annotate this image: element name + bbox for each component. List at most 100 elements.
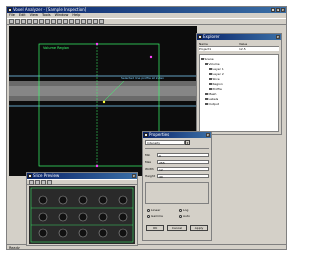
chevron-down-icon[interactable]: ▾: [185, 140, 190, 145]
close-button[interactable]: ×: [281, 8, 285, 12]
radio-label: Gamma: [151, 214, 163, 218]
tree-item[interactable]: Output: [205, 102, 219, 106]
handle-top[interactable]: [95, 42, 99, 46]
tree-item-label: Output: [208, 102, 219, 106]
zoom-in-icon[interactable]: [57, 19, 62, 24]
sample-spot[interactable]: [58, 212, 68, 222]
explorer-title-bar[interactable]: Explorer ×: [197, 34, 281, 40]
new-icon[interactable]: [9, 19, 14, 24]
measure-icon[interactable]: [81, 19, 86, 24]
main-window-title: Voxel Analyzer - [Sample Inspection]: [13, 7, 87, 12]
max-label: Max: [145, 159, 152, 164]
radio-icon[interactable]: [147, 208, 150, 212]
minimize-button[interactable]: _: [271, 8, 275, 12]
select-icon[interactable]: [47, 179, 52, 185]
max-field[interactable]: 255: [157, 159, 209, 165]
radio-icon[interactable]: [179, 208, 182, 212]
slice-preview-close-button[interactable]: ×: [132, 174, 136, 178]
properties-close-button[interactable]: ×: [206, 133, 210, 137]
tree-item-label: Scene: [204, 57, 214, 61]
sample-spot[interactable]: [98, 228, 108, 238]
properties-title-bar[interactable]: Properties ×: [143, 132, 211, 138]
cancel-button[interactable]: Cancel: [167, 225, 187, 231]
profile-point[interactable]: [102, 100, 106, 104]
explorer-close-button[interactable]: ×: [276, 35, 280, 39]
expand-icon[interactable]: [205, 62, 208, 66]
handle-right[interactable]: [149, 55, 153, 59]
sample-spot[interactable]: [58, 228, 68, 238]
slice-grid-viewport[interactable]: [29, 186, 135, 244]
zoom-in-icon[interactable]: [29, 179, 34, 185]
zoom-out-icon[interactable]: [63, 19, 68, 24]
tree-item[interactable]: Scene: [201, 57, 214, 61]
sample-spot[interactable]: [98, 195, 108, 205]
radio-auto[interactable]: Auto: [179, 214, 190, 218]
main-toolbar: [7, 18, 286, 25]
sample-spot[interactable]: [38, 228, 48, 238]
explorer-tree: Scene Volume Layer 1 Layer 2 Slice Regio…: [199, 54, 279, 132]
radio-linear[interactable]: Linear: [147, 208, 160, 212]
sample-spot[interactable]: [78, 228, 88, 238]
height-field[interactable]: 40: [157, 173, 209, 179]
tree-item-label: Mesh: [208, 92, 217, 96]
save-icon[interactable]: [21, 19, 26, 24]
paste-icon[interactable]: [45, 19, 50, 24]
property-select-value: Intensity: [147, 141, 161, 145]
cut-icon[interactable]: [33, 19, 38, 24]
sample-spot[interactable]: [118, 195, 128, 205]
tree-item-label: Profile: [212, 87, 222, 91]
min-label: Min: [145, 152, 151, 157]
explorer-title: Explorer: [203, 34, 220, 39]
sample-spot[interactable]: [38, 195, 48, 205]
radio-log[interactable]: Log: [179, 208, 188, 212]
sample-spot[interactable]: [78, 212, 88, 222]
ok-button-label: OK: [152, 226, 158, 230]
handle-bottom[interactable]: [95, 164, 99, 168]
sample-spot[interactable]: [118, 212, 128, 222]
width-field[interactable]: 12: [157, 166, 209, 172]
tree-item-label: Volume: [208, 62, 220, 66]
selection-rectangle[interactable]: [38, 43, 160, 167]
sample-spot[interactable]: [58, 195, 68, 205]
pan-icon[interactable]: [69, 19, 74, 24]
radio-icon[interactable]: [179, 214, 182, 218]
sample-spot[interactable]: [78, 195, 88, 205]
tree-item[interactable]: Layer 1: [209, 67, 224, 71]
tree-item[interactable]: Mesh: [205, 92, 216, 96]
radio-icon[interactable]: [147, 214, 150, 218]
tree-item[interactable]: Slice: [209, 77, 220, 81]
radio-gamma[interactable]: Gamma: [147, 214, 163, 218]
tree-item[interactable]: Labels: [205, 97, 218, 101]
sample-spot[interactable]: [38, 212, 48, 222]
profile-icon: [209, 87, 212, 91]
settings-icon[interactable]: [99, 19, 104, 24]
output-icon: [205, 102, 208, 106]
select-icon[interactable]: [75, 19, 80, 24]
maximize-button[interactable]: □: [276, 8, 280, 12]
zoom-out-icon[interactable]: [35, 179, 40, 185]
properties-dialog: Properties × Intensity ▾ Min 0 Max 255 W…: [142, 131, 212, 241]
sample-spot[interactable]: [118, 228, 128, 238]
header-col-name[interactable]: Name: [199, 42, 239, 46]
ok-button[interactable]: OK: [146, 225, 164, 231]
copy-icon[interactable]: [39, 19, 44, 24]
property-select[interactable]: Intensity: [145, 140, 185, 145]
open-icon[interactable]: [15, 19, 20, 24]
tree-item[interactable]: Profile: [209, 87, 222, 91]
print-icon[interactable]: [27, 19, 32, 24]
undo-icon[interactable]: [51, 19, 56, 24]
sample-spot[interactable]: [98, 212, 108, 222]
height-label: Height: [145, 173, 155, 178]
pan-icon[interactable]: [41, 179, 46, 185]
property-row-min: Min 0: [145, 152, 209, 158]
min-field[interactable]: 0: [157, 152, 209, 158]
grid-icon[interactable]: [93, 19, 98, 24]
tree-item[interactable]: Region: [209, 82, 223, 86]
expand-icon[interactable]: [201, 57, 204, 61]
header-col-value[interactable]: Value: [239, 42, 279, 46]
labels-icon: [205, 97, 208, 101]
tree-item[interactable]: Volume: [205, 62, 220, 66]
tree-item[interactable]: Layer 2: [209, 72, 224, 76]
ruler-icon[interactable]: [87, 19, 92, 24]
apply-button[interactable]: Apply: [190, 225, 208, 231]
